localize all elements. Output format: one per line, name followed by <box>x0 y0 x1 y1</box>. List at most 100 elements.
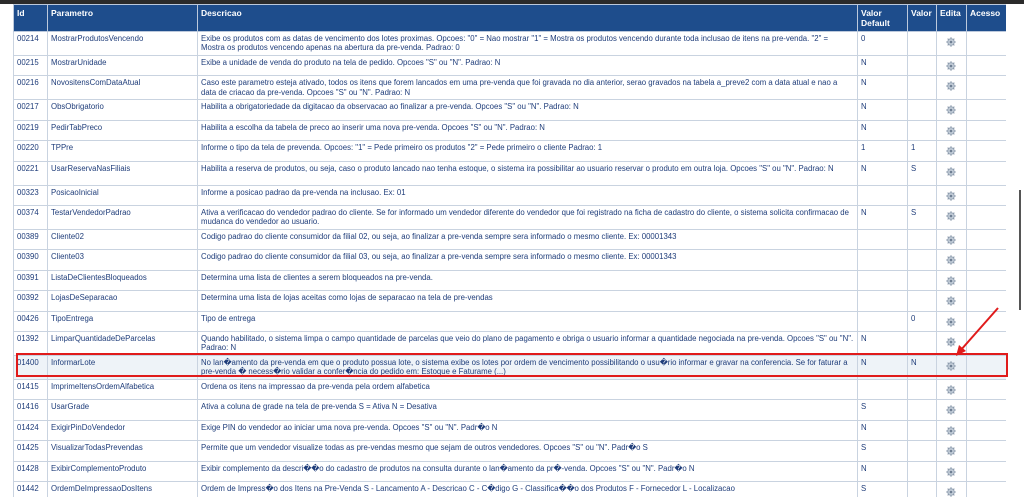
edit-gear-icon[interactable] <box>946 446 956 457</box>
table-row[interactable]: 01424 ExigirPinDoVendedor Exige PIN do ven… <box>13 419 1006 442</box>
column-header-descricao[interactable]: Descricao <box>197 4 858 32</box>
valor-cell: S <box>907 160 937 186</box>
edit-gear-icon[interactable] <box>946 61 956 71</box>
edit-gear-icon[interactable] <box>946 426 956 436</box>
column-header-edita[interactable]: Edita <box>936 4 967 32</box>
table-row[interactable]: 00374 TestarVendedorPadrao Ativa a verific… <box>13 205 1006 231</box>
table-row[interactable]: 00323 PosicaoInicial Informe a posicao pad… <box>13 184 1006 207</box>
table-row[interactable]: 01416 UsarGrade Ativa a coluna de grade na… <box>13 399 1006 421</box>
descricao-cell: Determina uma lista de clientes a serem … <box>197 269 858 292</box>
edita-cell <box>936 249 967 271</box>
valor-cell <box>907 269 937 292</box>
edit-gear-icon[interactable] <box>946 105 956 116</box>
edit-gear-icon[interactable] <box>946 255 956 266</box>
edit-gear-icon[interactable] <box>946 166 956 177</box>
edit-gear-icon[interactable] <box>946 190 956 201</box>
edit-gear-icon[interactable] <box>946 316 956 327</box>
edita-cell <box>936 54 967 77</box>
parameters-table: Id Parametro Descricao Valor Default Val… <box>13 4 1006 497</box>
descricao-cell: Codigo padrao do cliente consumidor da f… <box>197 249 858 271</box>
acesso-cell <box>966 160 1006 186</box>
descricao-cell: Habilita a escolha da tabela de preco ao… <box>197 119 858 142</box>
edit-gear-icon[interactable] <box>946 81 956 92</box>
edita-cell <box>936 331 967 357</box>
acesso-cell <box>966 249 1006 271</box>
table-row[interactable]: 00392 LojasDeSeparacao Determina uma lista… <box>13 290 1006 312</box>
edit-gear-icon[interactable] <box>946 405 956 416</box>
edita-cell <box>936 379 967 401</box>
id-cell: 00215 <box>13 54 48 77</box>
valor-cell <box>907 75 937 101</box>
parametro-cell: ObsObrigatorio <box>47 99 198 121</box>
edit-gear-icon[interactable] <box>946 126 956 136</box>
edit-gear-icon[interactable] <box>946 466 956 477</box>
valor-cell <box>907 249 937 271</box>
descricao-cell: Quando habilitado, o sistema limpa o cam… <box>197 331 858 357</box>
table-header-row: Id Parametro Descricao Valor Default Val… <box>13 4 1006 32</box>
column-header-acesso[interactable]: Acesso <box>966 4 1006 32</box>
edita-cell <box>936 310 967 333</box>
table-row[interactable]: 00215 MostrarUnidade Exibe a unidade de ve… <box>13 54 1006 77</box>
table-row[interactable]: 00389 Cliente02 Codigo padrao do cliente c… <box>13 229 1006 251</box>
table-row[interactable]: 00220 TPPre Informe o tipo da tela de prev… <box>13 140 1006 162</box>
edita-cell <box>936 460 967 483</box>
edita-cell <box>936 290 967 312</box>
acesso-cell <box>966 290 1006 312</box>
valor-default-cell: S <box>857 481 908 497</box>
valor-cell <box>907 440 937 462</box>
column-header-id[interactable]: Id <box>13 4 48 32</box>
id-cell: 00220 <box>13 140 48 162</box>
edit-gear-icon[interactable] <box>946 276 956 286</box>
edit-gear-icon[interactable] <box>946 296 956 306</box>
table-row[interactable]: 00216 NovositensComDataAtual Caso este par… <box>13 75 1006 101</box>
edit-gear-icon[interactable] <box>946 146 956 156</box>
table-row[interactable]: 01392 LimparQuantidadeDeParcelas Quando ha… <box>13 331 1006 357</box>
parametro-cell: InformarLote <box>47 355 198 381</box>
table-row[interactable]: 00214 MostrarProdutosVencendo Exibe os pro… <box>13 31 1006 56</box>
column-header-valor[interactable]: Valor <box>907 4 937 32</box>
edit-gear-icon[interactable] <box>946 37 956 47</box>
descricao-cell: Ativa a verificacao do vendedor padrao d… <box>197 205 858 231</box>
column-header-valor-default[interactable]: Valor Default <box>857 4 908 32</box>
table-row[interactable]: 01442 OrdemDeImpressaoDosItens Ordem de Im… <box>13 481 1006 497</box>
column-header-parametro[interactable]: Parametro <box>47 4 198 32</box>
valor-cell <box>907 184 937 207</box>
table-row[interactable]: 00390 Cliente03 Codigo padrao do cliente c… <box>13 249 1006 271</box>
parametro-cell: LojasDeSeparacao <box>47 290 198 312</box>
table-row[interactable]: 00221 UsarReservaNasFiliais Habilita a res… <box>13 160 1006 186</box>
edit-gear-icon[interactable] <box>946 211 956 221</box>
valor-cell <box>907 419 937 442</box>
edita-cell <box>936 440 967 462</box>
id-cell: 01415 <box>13 379 48 401</box>
descricao-cell: Permite que um vendedor visualize todas … <box>197 440 858 462</box>
id-cell: 00214 <box>13 31 48 56</box>
table-row[interactable]: 01425 VisualizarTodasPrevendas Permite que… <box>13 440 1006 462</box>
table-row[interactable]: 00219 PedirTabPreco Habilita a escolha da … <box>13 119 1006 142</box>
scrollbar-thumb[interactable] <box>1019 190 1021 310</box>
acesso-cell <box>966 379 1006 401</box>
valor-cell <box>907 54 937 77</box>
acesso-cell <box>966 481 1006 497</box>
valor-default-cell: 0 <box>857 31 908 56</box>
parametro-cell: TipoEntrega <box>47 310 198 333</box>
edit-gear-icon[interactable] <box>946 361 956 371</box>
table-row[interactable]: 01428 ExibirComplementoProduto Exibir comp… <box>13 460 1006 483</box>
edit-gear-icon[interactable] <box>946 337 956 347</box>
table-row[interactable]: 00391 ListaDeClientesBloqueados Determina … <box>13 269 1006 292</box>
edit-gear-icon[interactable] <box>946 235 956 245</box>
acesso-cell <box>966 31 1006 56</box>
id-cell: 01428 <box>13 460 48 483</box>
table-row[interactable]: 00426 TipoEntrega Tipo de entrega 0 <box>13 310 1006 333</box>
descricao-cell: Ordem de Impress�o dos Itens na Pre-Vend… <box>197 481 858 497</box>
descricao-cell: Exige PIN do vendedor ao iniciar uma nov… <box>197 419 858 442</box>
valor-default-cell <box>857 269 908 292</box>
parametro-cell: NovositensComDataAtual <box>47 75 198 101</box>
table-row[interactable]: 01415 ImprimeItensOrdemAlfabetica Ordena o… <box>13 379 1006 401</box>
edit-gear-icon[interactable] <box>946 487 956 497</box>
parametro-cell: LimparQuantidadeDeParcelas <box>47 331 198 357</box>
table-row[interactable]: 00217 ObsObrigatorio Habilita a obrigatori… <box>13 99 1006 121</box>
edit-gear-icon[interactable] <box>946 385 956 395</box>
edita-cell <box>936 229 967 251</box>
table-row-highlighted[interactable]: 01400 InformarLote No lan�amento da pre-ve… <box>13 355 1006 381</box>
acesso-cell <box>966 460 1006 483</box>
